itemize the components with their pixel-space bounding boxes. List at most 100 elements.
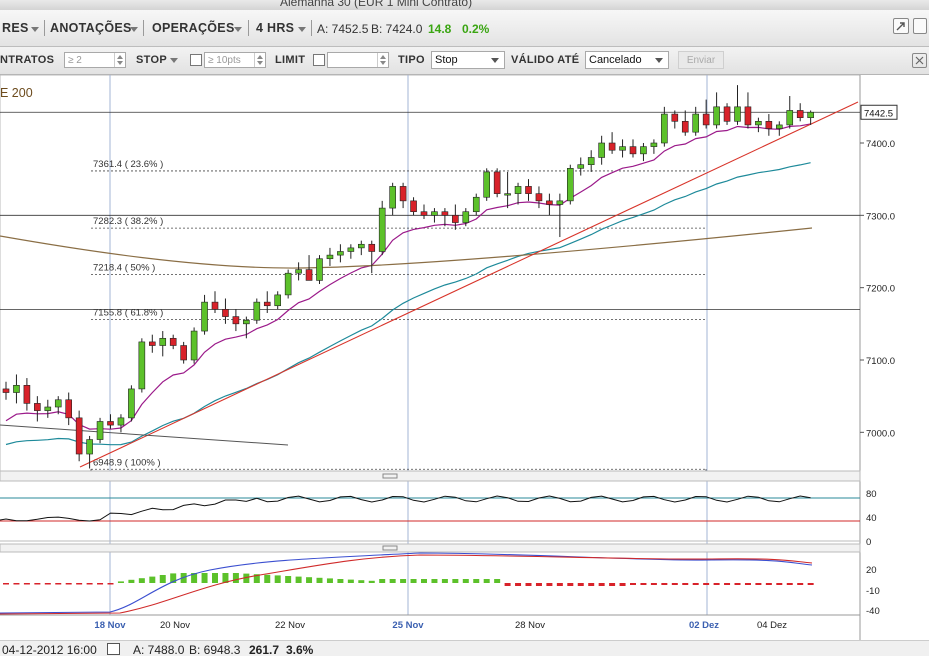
menu-operacoes[interactable]: OPERAÇÕES — [152, 21, 235, 35]
price-chart[interactable]: 7361.4 ( 23.6% ) 7282.3 ( 38.2% ) 7218.4 (… — [0, 75, 929, 640]
macd-histogram-bar — [149, 576, 156, 583]
macd-histogram-bar — [577, 583, 584, 586]
macd-histogram-bar — [556, 583, 563, 586]
anotacoes-dropdown-icon[interactable] — [130, 27, 138, 32]
macd-histogram-bar — [703, 583, 710, 585]
panel-splitter — [0, 543, 861, 553]
candle-down — [2, 388, 10, 393]
candle-up — [159, 337, 167, 346]
candle-down — [765, 121, 773, 129]
candle-up — [775, 124, 783, 129]
candle-down — [368, 243, 376, 252]
fib-level-label: 6948.9 ( 100% ) — [93, 457, 161, 468]
limit-spin-icon[interactable] — [377, 53, 388, 67]
macd-histogram-bar — [212, 573, 218, 583]
fib-level-label: 7155.8 ( 61.8% ) — [93, 308, 163, 319]
order-settings-icon[interactable] — [912, 53, 927, 68]
candle-down — [608, 142, 616, 151]
candle-up — [483, 171, 491, 198]
macd-histogram-bar — [473, 579, 480, 583]
candle-up — [378, 207, 386, 252]
macd-histogram-bar — [295, 576, 302, 583]
enviar-button[interactable]: Enviar — [678, 51, 724, 69]
macd-histogram-bar — [588, 583, 595, 586]
contracts-spin-icon[interactable] — [114, 53, 125, 67]
macd-histogram-bar — [306, 577, 313, 583]
macd-histogram-bar — [713, 583, 720, 585]
macd-histogram-bar — [567, 583, 574, 586]
fib-level-label: 7282.3 ( 38.2% ) — [93, 216, 163, 227]
quote-change: 14.8 — [428, 22, 452, 36]
macd-histogram-bar — [671, 583, 678, 585]
rsi-tick-label: 80 — [866, 489, 877, 500]
macd-histogram-bar — [107, 583, 114, 585]
macd-histogram-bar — [326, 578, 333, 583]
macd-histogram-bar — [97, 583, 104, 585]
candle-down — [75, 417, 83, 455]
popout-icon[interactable] — [893, 18, 909, 34]
menu-separator — [311, 20, 312, 36]
timeframe-dropdown-icon[interactable] — [298, 27, 306, 32]
menu-anotacoes[interactable]: ANOTAÇÕES — [50, 21, 132, 35]
macd-histogram-bar — [535, 583, 542, 586]
tipo-select[interactable]: Stop — [431, 51, 505, 69]
macd-histogram-bar — [661, 583, 668, 585]
macd-histogram-bar — [400, 579, 407, 583]
quote-bid: B: 7424.0 — [371, 22, 423, 36]
contracts-stepper[interactable]: ≥ 2 — [64, 52, 126, 68]
candle-down — [65, 399, 72, 419]
macd-histogram-bar — [201, 573, 208, 583]
current-price-label: 7442.5 — [864, 108, 893, 119]
candle-up — [295, 269, 302, 274]
valido-dropdown-icon[interactable] — [655, 58, 663, 63]
date-tick-label: 18 Nov — [94, 620, 126, 631]
limit-checkbox[interactable] — [313, 54, 325, 66]
macd-histogram-bar — [462, 579, 469, 583]
price-tick-label: 7300.0 — [866, 211, 895, 222]
limit-stepper[interactable] — [327, 52, 389, 68]
candle-down — [723, 106, 731, 122]
stop-checkbox[interactable] — [190, 54, 202, 66]
window-options-icon[interactable] — [913, 18, 927, 34]
menu-timeframe[interactable]: 4 HRS — [256, 21, 294, 35]
candle-down — [546, 200, 553, 205]
macd-histogram-bar — [682, 583, 689, 585]
candle-down — [149, 341, 156, 346]
candle-up — [807, 111, 814, 118]
candle-up — [431, 211, 438, 216]
fib-level-label: 7361.4 ( 23.6% ) — [93, 159, 163, 170]
candle-up — [577, 164, 585, 169]
macd-histogram-bar — [65, 583, 72, 585]
date-tick-label: 20 Nov — [160, 620, 190, 631]
macd-tick-label: -40 — [866, 606, 880, 617]
menu-res-label[interactable]: RES — [2, 21, 29, 35]
date-tick-label: 22 Nov — [275, 620, 305, 631]
candle-up — [514, 186, 522, 194]
stop-dropdown-icon[interactable] — [170, 58, 178, 63]
candle-up — [86, 439, 93, 455]
macd-histogram-bar — [525, 583, 532, 586]
stop-stepper[interactable]: ≥ 10pts — [204, 52, 266, 68]
macd-histogram-bar — [494, 579, 501, 583]
operacoes-dropdown-icon[interactable] — [234, 27, 242, 32]
candle-up — [556, 200, 564, 205]
candle-down — [629, 146, 637, 155]
tipo-dropdown-icon[interactable] — [491, 58, 499, 63]
candle-up — [619, 146, 626, 151]
candle-down — [420, 211, 428, 216]
macd-histogram-bar — [640, 583, 647, 585]
fib-level-label: 7218.4 ( 50% ) — [93, 262, 155, 273]
date-tick-label: 28 Nov — [515, 620, 545, 631]
macd-histogram-bar — [724, 583, 731, 585]
price-tick-label: 7200.0 — [866, 284, 895, 295]
calendar-icon[interactable] — [107, 643, 120, 655]
price-tick-label: 7100.0 — [866, 356, 895, 367]
macd-histogram-bar — [692, 583, 699, 585]
stop-spin-icon[interactable] — [254, 53, 265, 67]
res-dropdown-icon[interactable] — [31, 27, 39, 32]
chart-menubar: RES ANOTAÇÕES OPERAÇÕES 4 HRS A: 7452.5 … — [0, 10, 929, 47]
macd-histogram-bar — [34, 583, 41, 585]
valido-select[interactable]: Cancelado — [585, 51, 669, 69]
macd-histogram-bar — [138, 578, 145, 583]
candle-up — [786, 110, 794, 126]
